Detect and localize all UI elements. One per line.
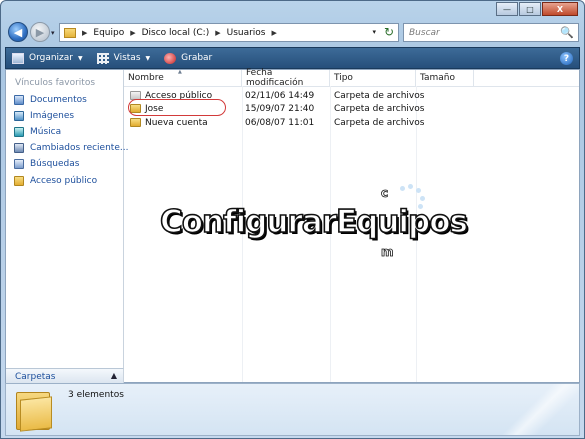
pictures-icon	[14, 111, 24, 121]
organize-label: Organizar	[29, 53, 73, 63]
organize-icon	[12, 52, 24, 64]
breadcrumb-usuarios[interactable]: Usuarios	[227, 28, 266, 38]
burn-label: Grabar	[181, 53, 213, 63]
navigation-pane: Vínculos favoritos Documentos Imágenes M…	[6, 70, 128, 368]
folder-icon	[64, 27, 76, 38]
column-header-fecha[interactable]: Fecha modificación	[242, 68, 330, 88]
search-input[interactable]: Buscar 🔍	[403, 23, 579, 42]
sidebar-item-documentos[interactable]: Documentos	[14, 95, 87, 105]
sidebar-item-label: Acceso público	[30, 176, 98, 186]
refresh-icon[interactable]: ↻	[384, 25, 394, 39]
folder-icon	[130, 118, 141, 127]
window-controls: — □ X	[495, 2, 578, 16]
file-type: Carpeta de archivos	[334, 103, 425, 114]
search-placeholder: Buscar	[409, 27, 440, 38]
file-date: 15/09/07 21:40	[245, 103, 315, 114]
burn-button[interactable]: Grabar	[164, 52, 213, 64]
breadcrumb-separator[interactable]: ▶	[272, 29, 277, 37]
sort-ascending-icon: ▲	[178, 69, 182, 75]
sidebar-item-label: Búsquedas	[30, 159, 80, 169]
address-dropdown-icon[interactable]: ▾	[372, 28, 376, 36]
chevron-up-icon[interactable]: ▲	[111, 371, 117, 380]
folders-label: Carpetas	[15, 371, 56, 382]
command-bar: Organizar ▼ Vistas ▼ Grabar ?	[5, 47, 580, 69]
column-header-label: Tamaño	[420, 73, 456, 83]
views-button[interactable]: Vistas ▼	[96, 52, 151, 64]
decorative-swoosh	[489, 384, 579, 435]
file-name: Nueva cuenta	[145, 117, 208, 128]
recent-pages-dropdown[interactable]: ▾	[51, 29, 55, 37]
documents-icon	[14, 95, 24, 105]
address-bar[interactable]: ▶ Equipo ▶ Disco local (C:) ▶ Usuarios ▶…	[59, 23, 399, 42]
breadcrumb-separator[interactable]: ▶	[215, 29, 220, 37]
watermark-logo: ConfigurarEquipos c m	[159, 180, 469, 260]
favorite-links-heading: Vínculos favoritos	[15, 78, 96, 88]
file-type: Carpeta de archivos	[334, 90, 425, 101]
dropdown-arrow-icon: ▼	[78, 54, 83, 62]
file-list: ▲ Nombre Fecha modificación Tipo Tamaño …	[124, 68, 579, 382]
large-folder-icon	[14, 388, 52, 432]
watermark-text: ConfigurarEquipos	[159, 203, 469, 241]
file-date: 06/08/07 11:01	[245, 117, 315, 128]
watermark-suffix-top: c	[381, 186, 389, 201]
sidebar-item-label: Documentos	[30, 95, 87, 105]
sidebar-item-label: Cambiados reciente...	[30, 143, 129, 153]
close-button[interactable]: X	[542, 2, 578, 16]
item-count: 3 elementos	[68, 390, 124, 400]
watermark-suffix-bottom: m	[381, 245, 394, 260]
details-pane: 3 elementos	[5, 383, 580, 436]
minimize-button[interactable]: —	[496, 2, 518, 16]
column-header-label: Nombre	[128, 73, 164, 83]
forward-button[interactable]: ▶	[30, 22, 50, 42]
column-header-label: Fecha modificación	[246, 68, 304, 88]
views-icon	[96, 52, 109, 64]
content-area: Vínculos favoritos Documentos Imágenes M…	[5, 68, 580, 384]
highlight-circle	[128, 99, 226, 116]
column-header-nombre[interactable]: ▲ Nombre	[124, 69, 242, 86]
breadcrumb-separator[interactable]: ▶	[130, 29, 135, 37]
breadcrumb-separator[interactable]: ▶	[82, 29, 87, 37]
back-button[interactable]: ◀	[8, 22, 28, 42]
dropdown-arrow-icon: ▼	[145, 54, 151, 62]
sidebar-item-label: Música	[30, 127, 62, 137]
sidebar-item-cambiados-recientemente[interactable]: Cambiados reciente...	[14, 143, 128, 153]
music-icon	[14, 127, 24, 137]
searches-icon	[14, 159, 24, 169]
file-type: Carpeta de archivos	[334, 117, 425, 128]
public-folder-icon	[14, 176, 24, 186]
file-name-cell: Nueva cuenta	[130, 116, 208, 129]
search-icon[interactable]: 🔍	[560, 26, 574, 39]
breadcrumb-equipo[interactable]: Equipo	[93, 28, 124, 38]
folders-toggle[interactable]: Carpetas ▲	[6, 368, 124, 384]
views-label: Vistas	[113, 53, 141, 63]
file-date: 02/11/06 14:49	[245, 90, 315, 101]
column-header-tipo[interactable]: Tipo	[330, 70, 416, 86]
title-bar: — □ X ◀ ▶ ▾ ▶ Equipo ▶ Disco local (C:) …	[1, 1, 584, 45]
explorer-window: — □ X ◀ ▶ ▾ ▶ Equipo ▶ Disco local (C:) …	[0, 0, 585, 439]
maximize-button[interactable]: □	[519, 2, 541, 16]
recent-icon	[14, 143, 24, 153]
header-divider	[124, 86, 579, 87]
sidebar-item-musica[interactable]: Música	[14, 127, 61, 137]
help-button[interactable]: ?	[560, 52, 573, 65]
breadcrumb-disco-local[interactable]: Disco local (C:)	[142, 28, 210, 38]
sidebar-item-busquedas[interactable]: Búsquedas	[14, 159, 79, 169]
sidebar-item-label: Imágenes	[30, 111, 75, 121]
sidebar-item-imagenes[interactable]: Imágenes	[14, 111, 74, 121]
column-header-label: Tipo	[334, 73, 353, 83]
organize-button[interactable]: Organizar ▼	[12, 52, 83, 64]
burn-disc-icon	[164, 52, 177, 64]
sidebar-item-acceso-publico[interactable]: Acceso público	[14, 176, 97, 186]
column-header-tamano[interactable]: Tamaño	[416, 70, 474, 86]
